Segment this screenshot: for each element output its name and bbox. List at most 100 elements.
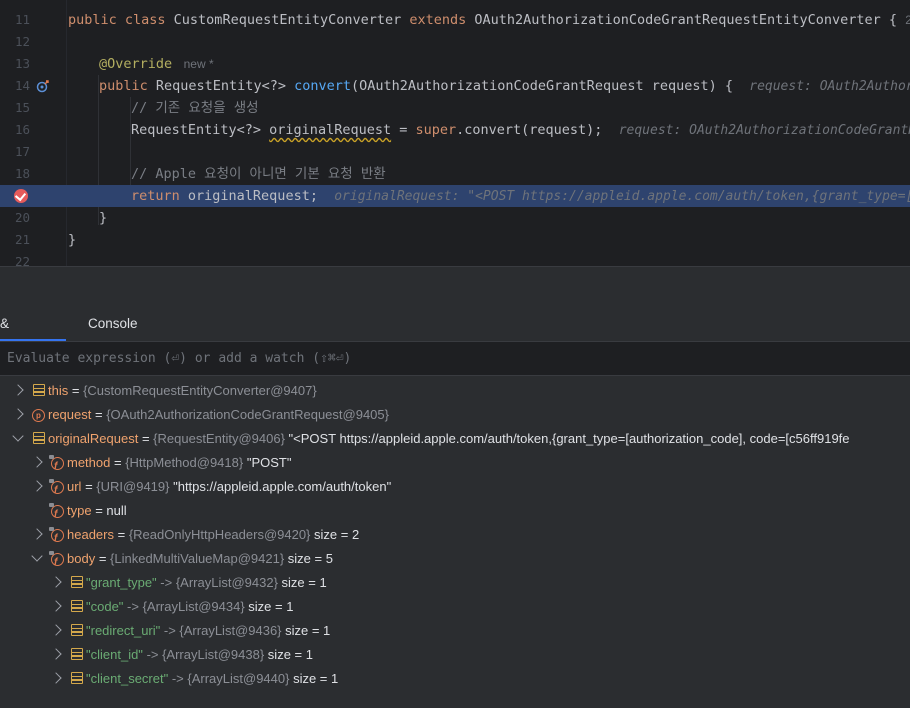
tree-row[interactable]: "redirect_uri" -> {ArrayList@9436} size … xyxy=(0,619,910,643)
chevron-right-icon[interactable] xyxy=(31,480,43,492)
variable-name: request xyxy=(48,407,92,422)
code-editor[interactable]: 11 public class CustomRequestEntityConver… xyxy=(0,0,910,266)
code-line[interactable]: 21} xyxy=(0,229,910,251)
equals-sign: = xyxy=(91,503,107,518)
code-text: // Apple 요청이 아니면 기본 요청 반환 xyxy=(131,163,386,185)
chevron-right-icon[interactable] xyxy=(31,456,43,468)
code-token: } xyxy=(99,210,108,226)
code-line[interactable]: 12 xyxy=(0,31,910,53)
code-line[interactable]: 18 // Apple 요청이 아니면 기본 요청 반환 xyxy=(0,163,910,185)
code-text: public class CustomRequestEntityConverte… xyxy=(68,9,910,31)
tree-row[interactable]: type = null xyxy=(0,499,910,523)
code-line[interactable]: 14 public RequestEntity<?> convert(OAuth2… xyxy=(0,75,910,97)
chevron-right-icon[interactable] xyxy=(31,528,43,540)
chevron-right-icon[interactable] xyxy=(50,576,62,588)
tree-row[interactable]: "client_id" -> {ArrayList@9438} size = 1 xyxy=(0,643,910,667)
tree-row[interactable]: "client_secret" -> {ArrayList@9440} size… xyxy=(0,667,910,691)
tree-row[interactable]: headers = {ReadOnlyHttpHeaders@9420} siz… xyxy=(0,523,910,547)
object-reference: {CustomRequestEntityConverter@9407} xyxy=(83,383,317,398)
chevron-right-icon[interactable] xyxy=(50,624,62,636)
tree-row[interactable]: originalRequest = {RequestEntity@9406} "… xyxy=(0,427,910,451)
equals-sign: = xyxy=(68,383,84,398)
chevron-right-icon[interactable] xyxy=(50,600,62,612)
collection-size: size = 1 xyxy=(289,671,339,686)
code-token: convert xyxy=(294,78,351,94)
collection-size: size = 1 xyxy=(281,623,331,638)
code-text: } xyxy=(99,207,107,229)
tab-console[interactable]: Console xyxy=(88,307,138,341)
object-reference: -> {ArrayList@9440} xyxy=(171,671,290,686)
code-token: (OAuth2AuthorizationCodeGrantRequest req… xyxy=(350,78,750,94)
inline-hint: request: OAuth2Authoriz xyxy=(749,79,910,94)
field-icon xyxy=(70,648,83,661)
tree-row[interactable]: this = {CustomRequestEntityConverter@940… xyxy=(0,379,910,403)
chevron-down-icon[interactable] xyxy=(31,550,43,562)
tree-row-text: "redirect_uri" -> {ArrayList@9436} size … xyxy=(86,619,330,643)
code-line[interactable]: return originalRequest; originalRequest:… xyxy=(0,185,910,207)
line-number: 13 xyxy=(14,56,30,71)
line-number: 21 xyxy=(14,232,30,247)
code-line[interactable]: 16 RequestEntity<?> originalRequest = sup… xyxy=(0,119,910,141)
tree-row-text: body = {LinkedMultiValueMap@9421} size =… xyxy=(67,547,333,571)
chevron-right-icon[interactable] xyxy=(50,648,62,660)
inline-hint: 2 usag xyxy=(905,13,910,27)
panel-splitter[interactable] xyxy=(0,266,910,307)
tree-row-text: type = null xyxy=(67,499,127,523)
code-token: @Override xyxy=(99,56,181,72)
field-icon xyxy=(70,576,83,589)
code-token: return xyxy=(131,188,188,204)
code-token: public class xyxy=(68,12,174,28)
debug-panel: & Variables Console Evaluate expression … xyxy=(0,307,910,708)
code-line[interactable]: 17 xyxy=(0,141,910,163)
code-token: .convert(request); xyxy=(456,122,619,138)
code-token: = xyxy=(391,122,416,138)
tree-row-text: headers = {ReadOnlyHttpHeaders@9420} siz… xyxy=(67,523,359,547)
tree-row[interactable]: "code" -> {ArrayList@9434} size = 1 xyxy=(0,595,910,619)
variable-name: "redirect_uri" xyxy=(86,623,161,638)
chevron-right-icon[interactable] xyxy=(50,672,62,684)
evaluate-expression-input[interactable]: Evaluate expression (⏎) or add a watch (… xyxy=(0,341,910,376)
final-field-icon xyxy=(49,503,64,523)
field-icon xyxy=(70,600,83,613)
code-line[interactable]: 11 public class CustomRequestEntityConver… xyxy=(0,9,910,31)
object-reference: -> {ArrayList@9436} xyxy=(163,623,282,638)
object-reference: -> {ArrayList@9438} xyxy=(146,647,265,662)
code-line[interactable]: 22 xyxy=(0,251,910,266)
chevron-right-icon[interactable] xyxy=(12,384,24,396)
code-token: originalRequest xyxy=(269,122,392,138)
chevron-down-icon[interactable] xyxy=(12,430,24,442)
code-line[interactable]: 20} xyxy=(0,207,910,229)
equals-sign: = xyxy=(95,551,111,566)
chevron-right-icon[interactable] xyxy=(12,408,24,420)
equals-sign: = xyxy=(113,527,129,542)
code-line[interactable]: 15 // 기존 요청을 생성 xyxy=(0,97,910,119)
tree-row[interactable]: method = {HttpMethod@9418} "POST" xyxy=(0,451,910,475)
code-token: CustomRequestEntityConverter xyxy=(173,12,410,28)
inline-hint: originalRequest: "<POST https://appleid.… xyxy=(334,189,910,204)
collection-size: size = 2 xyxy=(310,527,360,542)
tree-row[interactable]: body = {LinkedMultiValueMap@9421} size =… xyxy=(0,547,910,571)
object-reference: {LinkedMultiValueMap@9421} xyxy=(110,551,285,566)
variable-name: url xyxy=(67,479,82,494)
override-icon[interactable] xyxy=(36,79,50,93)
line-number: 16 xyxy=(14,122,30,137)
collection-size: size = 1 xyxy=(277,575,327,590)
code-line[interactable]: 13 @Override new * xyxy=(0,53,910,75)
tree-row-text: method = {HttpMethod@9418} "POST" xyxy=(67,451,291,475)
tree-row[interactable]: p request = {OAuth2AuthorizationCodeGrant… xyxy=(0,403,910,427)
field-icon xyxy=(70,672,83,685)
tree-row[interactable]: url = {URI@9419} "https://appleid.apple.… xyxy=(0,475,910,499)
breakpoint-icon[interactable] xyxy=(14,189,28,203)
tab-variables[interactable]: & Variables xyxy=(0,307,66,365)
code-text: RequestEntity<?> originalRequest = super… xyxy=(131,119,910,142)
field-icon xyxy=(70,624,83,637)
variable-name: "grant_type" xyxy=(86,575,157,590)
final-field-icon xyxy=(49,551,64,571)
code-text: public RequestEntity<?> convert(OAuth2Au… xyxy=(99,75,910,98)
code-text: } xyxy=(68,229,76,251)
object-reference: {RequestEntity@9406} xyxy=(153,431,285,446)
tree-row-text: this = {CustomRequestEntityConverter@940… xyxy=(48,379,317,403)
equals-sign: = xyxy=(110,455,126,470)
tree-row[interactable]: "grant_type" -> {ArrayList@9432} size = … xyxy=(0,571,910,595)
variable-name: headers xyxy=(67,527,114,542)
